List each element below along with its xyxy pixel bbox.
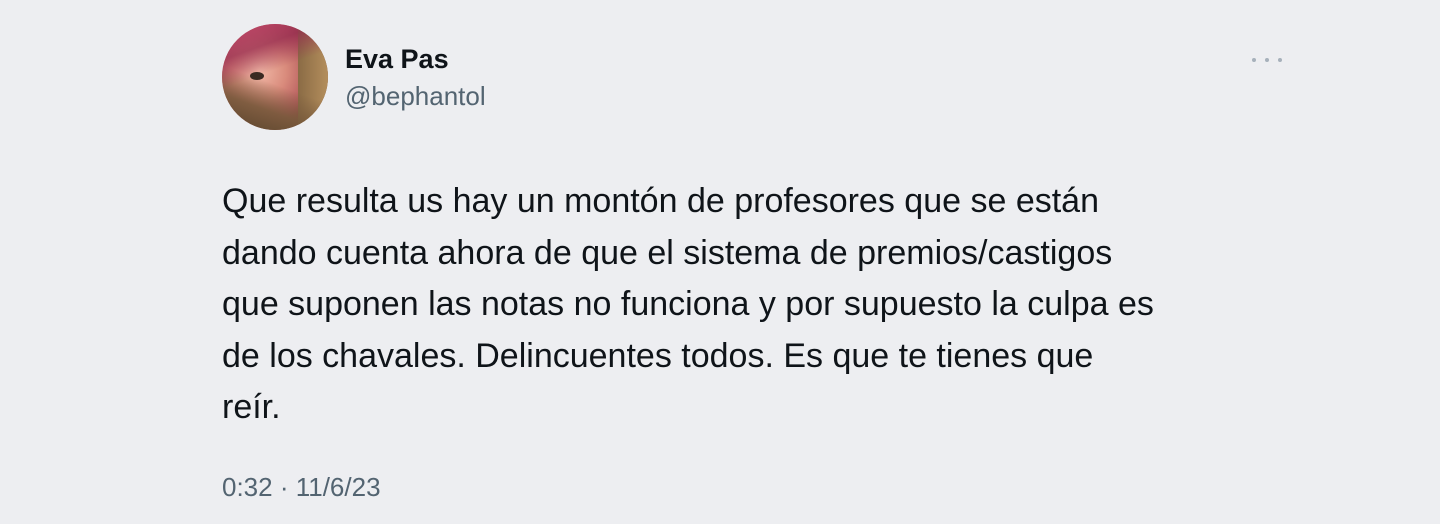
ellipsis-icon [1278,58,1282,62]
avatar-eye [250,72,264,80]
more-options-button[interactable] [1252,48,1282,72]
avatar[interactable] [222,24,328,130]
ellipsis-icon [1265,58,1269,62]
tweet-text: Que resulta us hay un montón de profesor… [222,182,1154,426]
tweet-card: Eva Pas @bephantol Que resulta us hay un… [0,0,1440,524]
avatar-hair [222,24,328,130]
author-handle[interactable]: @bephantol [345,81,486,112]
ellipsis-icon [1252,58,1256,62]
tweet-timestamp[interactable]: 0:32 · 11/6/23 [222,472,381,503]
author-name[interactable]: Eva Pas [345,44,449,75]
